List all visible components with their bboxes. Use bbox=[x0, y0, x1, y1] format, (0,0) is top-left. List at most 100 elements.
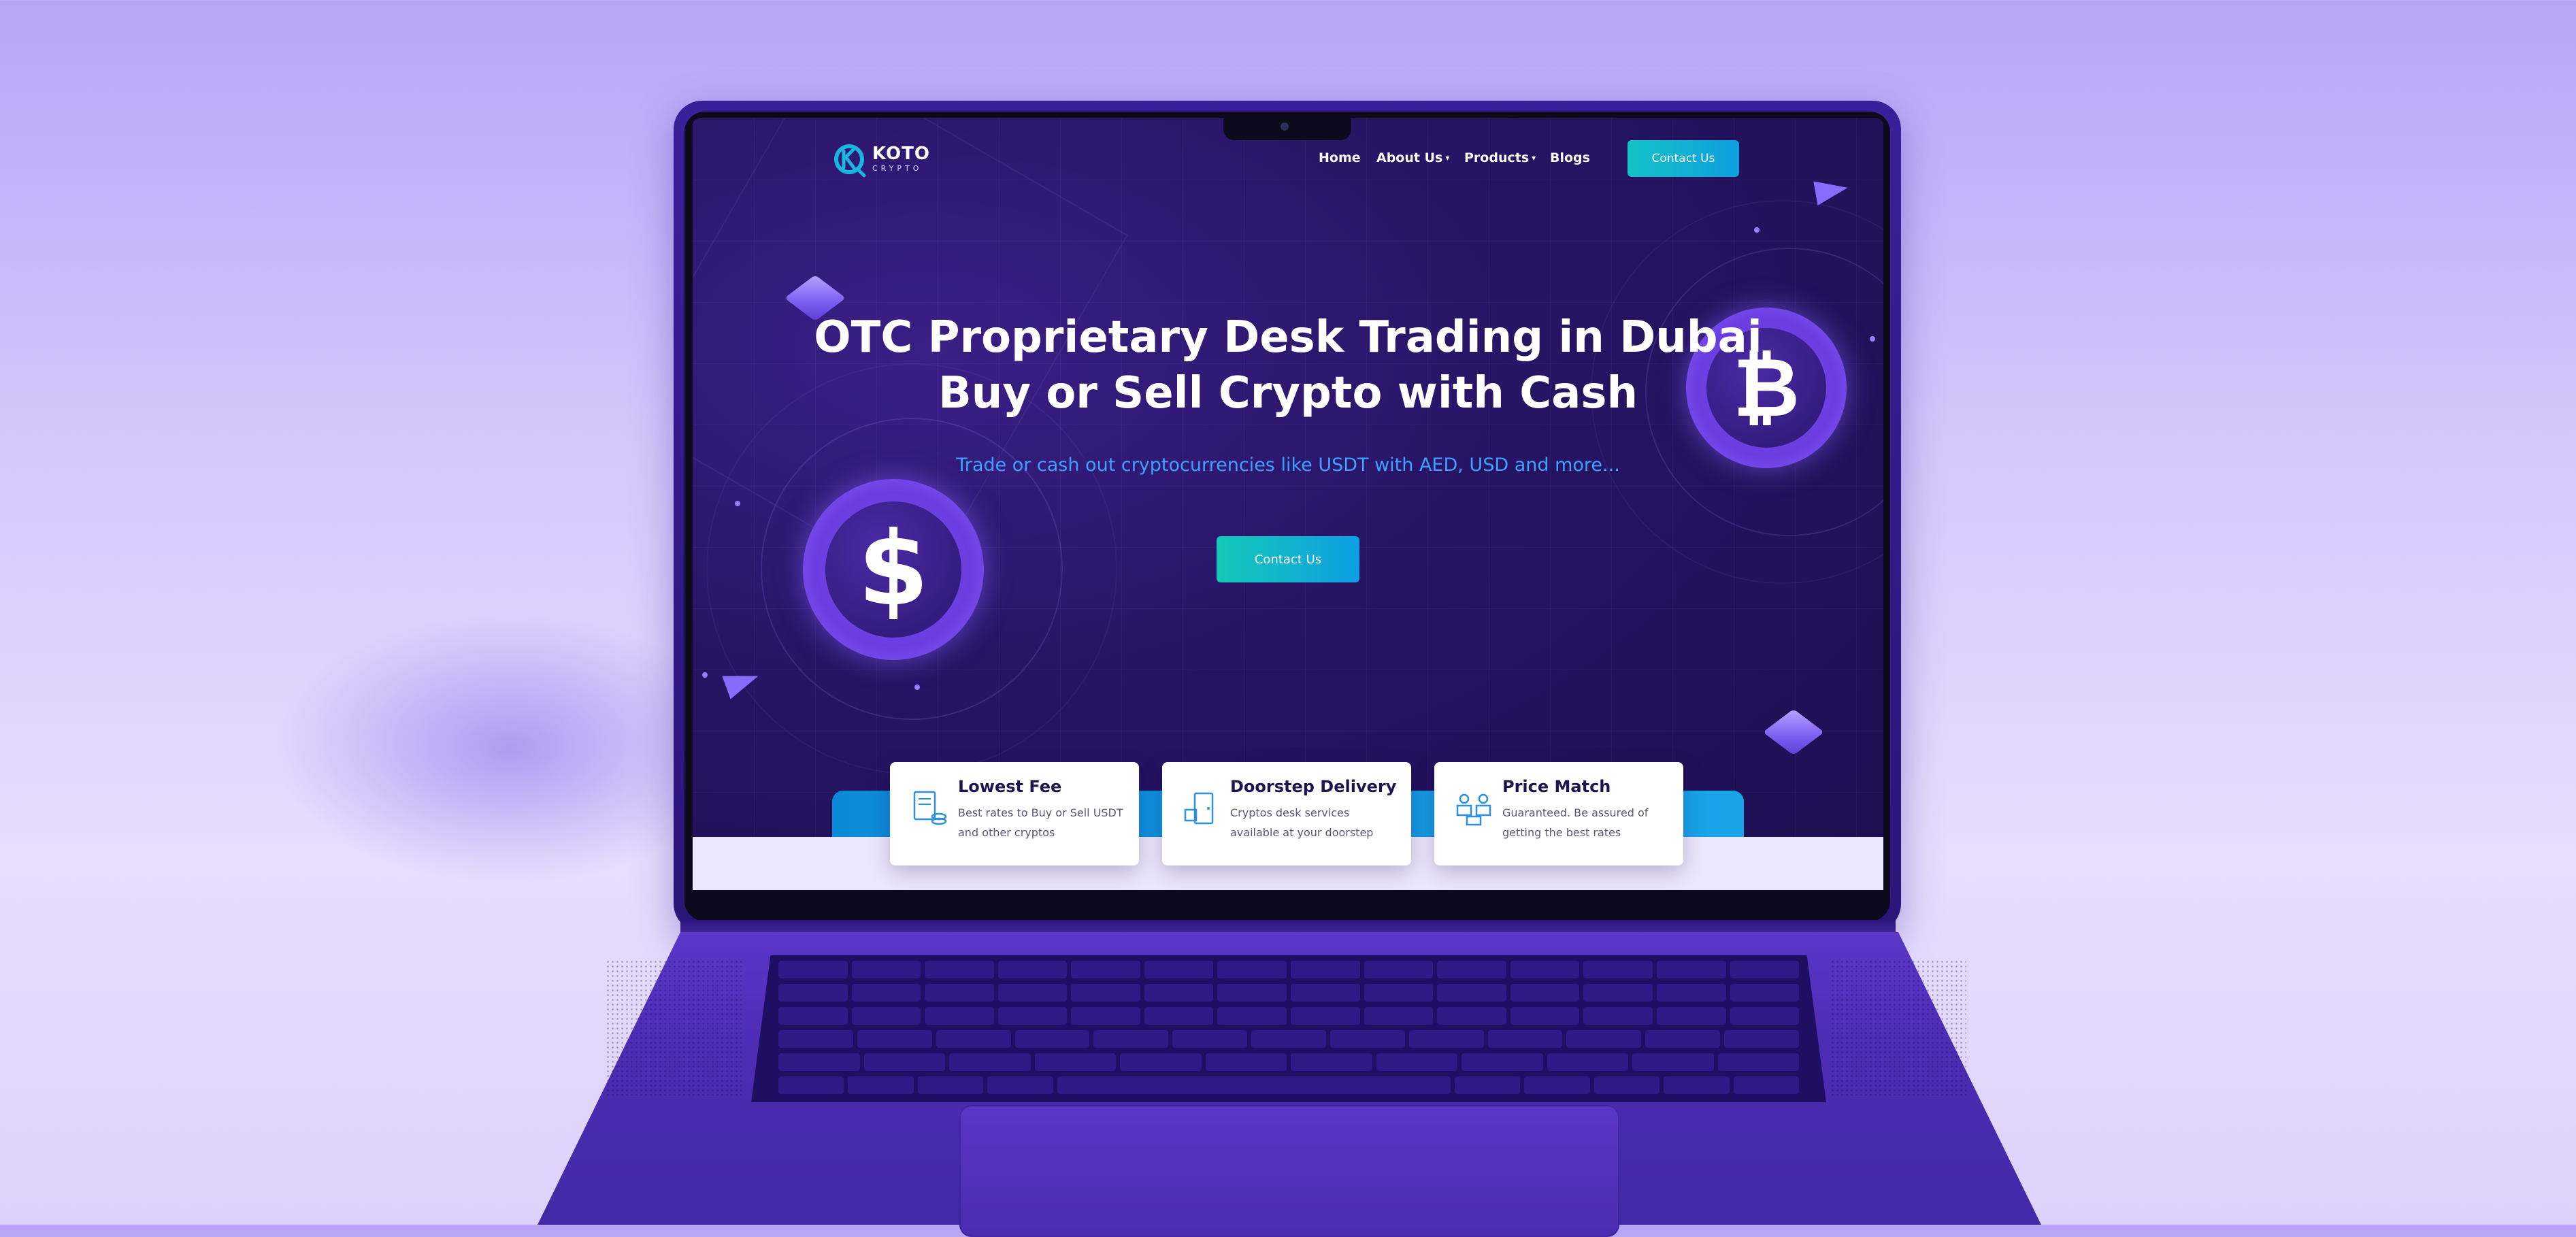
key bbox=[851, 961, 921, 978]
key bbox=[1583, 961, 1653, 978]
key bbox=[1364, 961, 1434, 978]
key bbox=[997, 1007, 1068, 1025]
nav-products[interactable]: Products ▾ bbox=[1464, 150, 1536, 165]
keyboard-row bbox=[751, 1007, 1826, 1025]
hero-subtitle: Trade or cash out cryptocurrencies like … bbox=[956, 455, 1620, 476]
key bbox=[1510, 984, 1580, 1002]
feature-card-lowest-fee[interactable]: Lowest Fee Best rates to Buy or Sell USD… bbox=[890, 762, 1139, 865]
key bbox=[1547, 1053, 1628, 1071]
decor-dot bbox=[702, 672, 708, 678]
key bbox=[1291, 984, 1360, 1002]
keyboard-row bbox=[751, 961, 1826, 978]
key bbox=[1583, 984, 1653, 1002]
brand-logo[interactable]: KOTO CRYPTO bbox=[834, 139, 930, 178]
key bbox=[1120, 1053, 1202, 1071]
keyboard bbox=[751, 955, 1826, 1102]
key bbox=[1251, 1030, 1326, 1048]
key bbox=[851, 1007, 921, 1025]
key bbox=[1364, 984, 1434, 1002]
key bbox=[1730, 984, 1800, 1002]
key bbox=[1510, 961, 1580, 978]
key bbox=[997, 961, 1068, 978]
key bbox=[1071, 961, 1140, 978]
feature-card-price-match[interactable]: Price Match Guaranteed. Be assured of ge… bbox=[1434, 762, 1683, 865]
card-title: Lowest Fee bbox=[958, 777, 1062, 796]
key bbox=[1071, 984, 1140, 1002]
keyboard-row bbox=[751, 1053, 1826, 1071]
key bbox=[1487, 1030, 1563, 1048]
logo-name: KOTO bbox=[872, 144, 930, 164]
key bbox=[1437, 984, 1506, 1002]
key bbox=[949, 1053, 1031, 1071]
key bbox=[778, 1076, 844, 1094]
key bbox=[1217, 1007, 1287, 1025]
trackpad bbox=[959, 1105, 1619, 1237]
keyboard-row bbox=[751, 984, 1826, 1002]
door-delivery-icon bbox=[1184, 792, 1214, 825]
chevron-down-icon: ▾ bbox=[1532, 153, 1536, 163]
people-match-icon bbox=[1456, 793, 1491, 826]
key bbox=[1217, 961, 1287, 978]
keyboard-row bbox=[751, 1030, 1826, 1048]
key bbox=[1408, 1030, 1484, 1048]
key bbox=[778, 1030, 853, 1048]
key bbox=[1437, 1007, 1506, 1025]
key bbox=[1144, 1007, 1214, 1025]
key bbox=[1057, 1076, 1451, 1094]
key bbox=[1144, 984, 1214, 1002]
dollar-coin-inner: $ bbox=[825, 501, 961, 638]
key bbox=[1632, 1053, 1714, 1071]
nav-about-label: About Us bbox=[1376, 150, 1443, 165]
nav-home[interactable]: Home bbox=[1319, 150, 1361, 165]
key bbox=[1594, 1076, 1660, 1094]
key bbox=[778, 1053, 860, 1071]
nav-contact-button[interactable]: Contact Us bbox=[1628, 140, 1739, 177]
card-title: Price Match bbox=[1502, 777, 1611, 796]
key bbox=[1664, 1076, 1730, 1094]
camera-notch bbox=[1223, 116, 1351, 140]
key bbox=[987, 1076, 1053, 1094]
nav-about-us[interactable]: About Us ▾ bbox=[1376, 150, 1449, 165]
key bbox=[1144, 961, 1214, 978]
key bbox=[936, 1030, 1011, 1048]
key bbox=[925, 1007, 994, 1025]
key bbox=[1014, 1030, 1090, 1048]
key bbox=[1071, 1007, 1140, 1025]
key bbox=[863, 1053, 945, 1071]
decor-dot bbox=[1754, 227, 1760, 233]
hero-contact-button[interactable]: Contact Us bbox=[1217, 536, 1359, 582]
key bbox=[1217, 984, 1287, 1002]
document-coins-icon bbox=[913, 791, 947, 825]
key bbox=[1566, 1030, 1642, 1048]
speaker-grille-right bbox=[1830, 959, 1966, 1095]
key bbox=[1724, 1030, 1799, 1048]
key bbox=[1730, 1007, 1800, 1025]
website-screen: KOTO CRYPTO Home About Us ▾ Products ▾ Blo… bbox=[693, 118, 1883, 890]
key bbox=[1093, 1030, 1169, 1048]
key bbox=[997, 984, 1068, 1002]
card-text: Guaranteed. Be assured of getting the be… bbox=[1502, 806, 1649, 839]
hero-title-line2: Buy or Sell Crypto with Cash bbox=[938, 368, 1638, 418]
chevron-down-icon: ▾ bbox=[1445, 153, 1450, 163]
key bbox=[1656, 1007, 1726, 1025]
key bbox=[1510, 1007, 1580, 1025]
key bbox=[1291, 961, 1360, 978]
nav-blogs[interactable]: Blogs bbox=[1550, 150, 1590, 165]
feature-card-doorstep-delivery[interactable]: Doorstep Delivery Cryptos desk services … bbox=[1162, 762, 1411, 865]
key bbox=[1656, 961, 1726, 978]
key bbox=[1583, 1007, 1653, 1025]
key bbox=[778, 1007, 848, 1025]
key bbox=[925, 984, 994, 1002]
card-text: Best rates to Buy or Sell USDT and other… bbox=[958, 806, 1123, 839]
key bbox=[1437, 961, 1506, 978]
key bbox=[1291, 1007, 1360, 1025]
key bbox=[1455, 1076, 1521, 1094]
key bbox=[1733, 1076, 1800, 1094]
key bbox=[1034, 1053, 1116, 1071]
koto-logo-icon bbox=[834, 144, 866, 178]
key bbox=[1656, 984, 1726, 1002]
key bbox=[857, 1030, 932, 1048]
key bbox=[778, 984, 848, 1002]
key bbox=[1364, 1007, 1434, 1025]
key bbox=[925, 961, 994, 978]
